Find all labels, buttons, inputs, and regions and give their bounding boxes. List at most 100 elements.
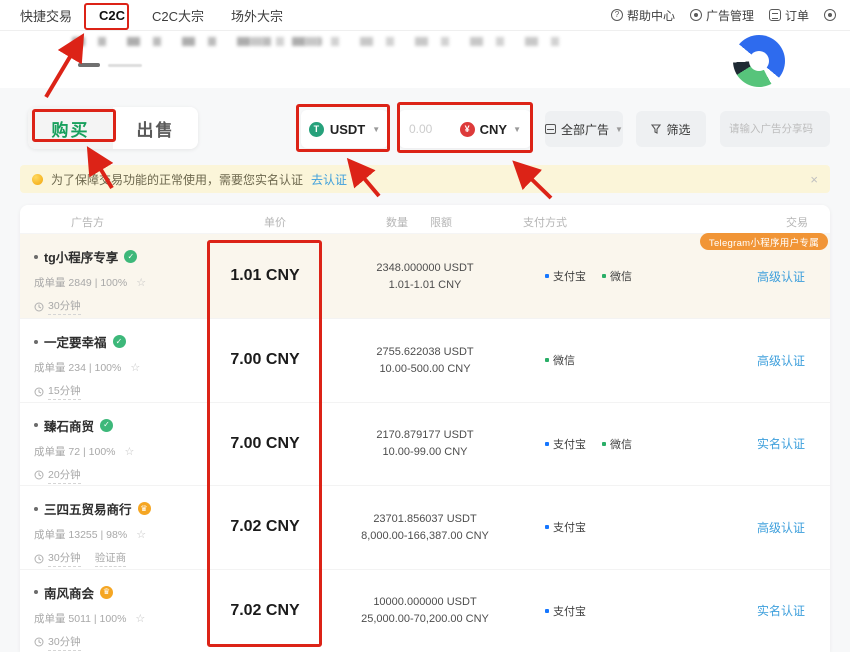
payment-label: 支付宝 [553, 519, 586, 535]
filter-label: 筛选 [666, 121, 690, 138]
online-dot [34, 340, 38, 344]
ad-search-box [720, 111, 830, 147]
advertiser-cell: 臻石商贸 ✓ 成单量 72 | 100% ☆ 20分钟 [34, 416, 134, 484]
help-icon: ? [611, 9, 623, 21]
online-dot [34, 590, 38, 594]
star-icon[interactable]: ☆ [135, 612, 145, 625]
orders-stats: 成单量 234 | 100% [34, 360, 121, 375]
payment-method: 支付宝 [545, 436, 586, 452]
payment-method: 支付宝 [545, 603, 586, 619]
orders-stats: 成单量 13255 | 98% [34, 527, 127, 542]
cert-link[interactable]: 实名认证 [757, 602, 805, 619]
fiat-select[interactable]: ¥ CNY ▼ [460, 122, 521, 137]
bank-icon [545, 124, 556, 134]
merchant-badge-icon: ✓ [100, 419, 113, 432]
payment-dot-icon [545, 358, 549, 362]
asset-select-value: USDT [330, 122, 365, 137]
kyc-notice-bar: 为了保障交易功能的正常使用，需要您实名认证 去认证 × [20, 165, 830, 193]
ad-type-select[interactable]: 全部广告 ▼ [545, 111, 623, 147]
advertiser-name[interactable]: tg小程序专享 [44, 247, 118, 266]
nav-tab-3[interactable]: C2C大宗 [152, 6, 204, 25]
chevron-down-icon: ▼ [615, 125, 623, 134]
amount-cell: 23701.856037 USDT 8,000.00-166,387.00 CN… [330, 486, 520, 569]
funnel-icon [651, 124, 661, 134]
nav-tab-4[interactable]: 场外大宗 [231, 6, 283, 25]
payment-dot-icon [545, 442, 549, 446]
advertiser-cell: tg小程序专享 ✓ 成单量 2849 | 100% ☆ 30分钟 [34, 247, 146, 315]
amount-input[interactable] [409, 122, 453, 136]
nav-link-订单[interactable]: 订单 [769, 7, 809, 24]
cert-link[interactable]: 实名认证 [757, 435, 805, 452]
buy-tab[interactable]: 购买 [28, 107, 113, 149]
nav-link-广告管理[interactable]: 广告管理 [690, 7, 754, 24]
advertiser-name[interactable]: 三四五贸易商行 [44, 499, 132, 518]
c2c-trading-page: 快捷交易 C2C C2C大宗 场外大宗 ?帮助中心广告管理订单 购买 出售 T USD… [0, 0, 850, 652]
ad-search-input[interactable] [729, 123, 821, 135]
clock-icon [34, 302, 44, 312]
header-advertiser: 广告方 [71, 214, 104, 230]
trade-side-toggle: 购买 出售 [28, 107, 198, 149]
online-dot [34, 507, 38, 511]
payment-label: 微信 [553, 352, 575, 368]
ad-type-label: 全部广告 [561, 121, 609, 138]
filter-button[interactable]: 筛选 [636, 111, 706, 147]
price: 7.02 CNY [207, 570, 323, 652]
online-dot [34, 423, 38, 427]
advertiser-cell: 南风商会 ♛ 成单量 5011 | 100% ☆ 30分钟 [34, 583, 145, 651]
star-icon[interactable]: ☆ [125, 445, 135, 458]
nav-link-icon[interactable] [824, 9, 836, 21]
available-amount: 2348.000000 USDT [376, 262, 473, 274]
megaphone-icon [690, 9, 702, 21]
order-limit: 25,000.00-70,200.00 CNY [361, 613, 489, 625]
table-body: tg小程序专享 ✓ 成单量 2849 | 100% ☆ 30分钟 1.01 CN… [20, 234, 830, 652]
payment-method: 微信 [602, 268, 632, 284]
advertiser-name[interactable]: 一定要幸福 [44, 332, 107, 351]
nav-links: ?帮助中心广告管理订单 [611, 7, 836, 24]
payment-dot-icon [545, 525, 549, 529]
brand-logo [733, 35, 785, 87]
ads-table-card: 广告方 单价 数量 限额 支付方式 交易 Telegram小程序用户专属 tg小… [20, 205, 830, 652]
verified-merchant-tag: 验证商 [95, 550, 127, 567]
nav-tabs: 快捷交易 C2C C2C大宗 场外大宗 [20, 6, 283, 25]
payment-methods: 支付宝微信 [545, 234, 632, 318]
cert-link[interactable]: 高级认证 [757, 519, 805, 536]
star-icon[interactable]: ☆ [136, 276, 146, 289]
nav-tab-1[interactable]: 快捷交易 [20, 6, 72, 25]
table-row[interactable]: 南风商会 ♛ 成单量 5011 | 100% ☆ 30分钟 7.02 CNY 1… [20, 570, 830, 652]
go-verify-link[interactable]: 去认证 [311, 171, 347, 188]
table-row[interactable]: 臻石商贸 ✓ 成单量 72 | 100% ☆ 20分钟 7.00 CNY 217… [20, 403, 830, 487]
order-limit: 10.00-500.00 CNY [379, 363, 470, 375]
nav-link-帮助中心[interactable]: ?帮助中心 [611, 7, 675, 24]
star-icon[interactable]: ☆ [136, 528, 146, 541]
faded-subtitle-remnant [108, 64, 142, 67]
asset-select[interactable]: T USDT ▼ [301, 110, 388, 148]
faded-subtitle-dash [78, 63, 100, 67]
release-time: 30分钟 [48, 298, 81, 315]
star-icon[interactable]: ☆ [130, 361, 140, 374]
order-icon [769, 9, 781, 21]
cert-link[interactable]: 高级认证 [757, 352, 805, 369]
cert-link[interactable]: 高级认证 [757, 268, 805, 285]
table-row[interactable]: 一定要幸福 ✓ 成单量 234 | 100% ☆ 15分钟 7.00 CNY 2… [20, 319, 830, 403]
close-icon[interactable]: × [810, 172, 818, 187]
price: 7.00 CNY [207, 403, 323, 486]
header-quantity: 数量 [386, 214, 408, 230]
advertiser-name[interactable]: 臻石商贸 [44, 416, 94, 435]
advertiser-name[interactable]: 南风商会 [44, 583, 94, 602]
payment-methods: 支付宝 [545, 570, 586, 652]
cny-icon: ¥ [460, 122, 475, 137]
amount-cell: 2170.879177 USDT 10.00-99.00 CNY [330, 403, 520, 486]
amount-cell: 10000.000000 USDT 25,000.00-70,200.00 CN… [330, 570, 520, 652]
amount-cell: 2755.622038 USDT 10.00-500.00 CNY [330, 319, 520, 402]
orders-stats: 成单量 2849 | 100% [34, 275, 127, 290]
clock-icon [34, 554, 44, 564]
clock-icon [34, 470, 44, 480]
nav-tab-2[interactable]: C2C [99, 8, 125, 23]
online-dot [34, 255, 38, 259]
payment-methods: 微信 [545, 319, 575, 402]
sell-tab[interactable]: 出售 [113, 107, 198, 149]
chevron-down-icon: ▼ [372, 125, 380, 134]
price: 1.01 CNY [207, 234, 323, 318]
tether-icon: T [309, 122, 324, 137]
table-row[interactable]: 三四五贸易商行 ♛ 成单量 13255 | 98% ☆ 30分钟 验证商 7.0… [20, 486, 830, 570]
